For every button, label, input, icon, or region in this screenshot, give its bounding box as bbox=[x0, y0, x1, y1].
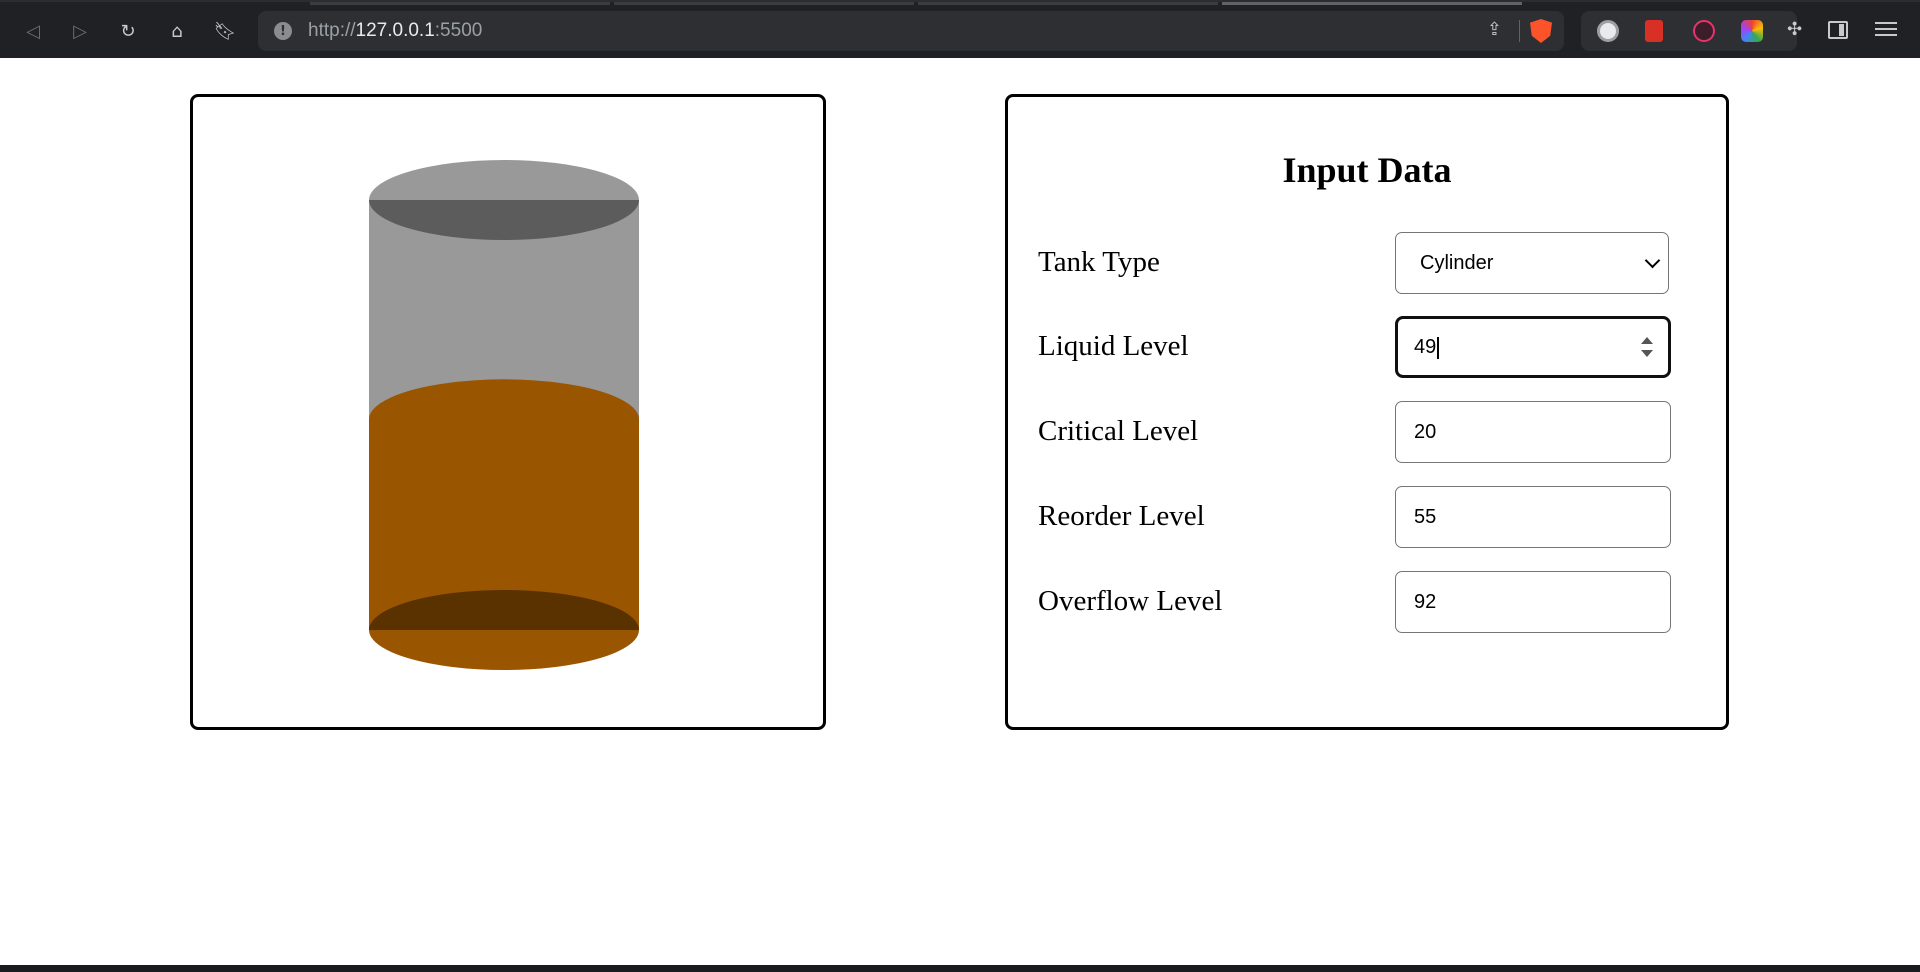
back-icon[interactable]: ◁ bbox=[18, 16, 48, 46]
overflow-level-row: Overflow Level 92 bbox=[1038, 571, 1671, 633]
overflow-level-label: Overflow Level bbox=[1038, 585, 1223, 617]
critical-level-input[interactable]: 20 bbox=[1395, 401, 1671, 463]
reorder-level-value: 55 bbox=[1414, 506, 1437, 528]
number-spinner[interactable] bbox=[1640, 336, 1654, 358]
brave-shields-icon[interactable] bbox=[1530, 19, 1552, 43]
liquid-level-row: Liquid Level 49 bbox=[1038, 316, 1671, 378]
menu-icon[interactable] bbox=[1875, 18, 1897, 40]
bookmark-icon[interactable]: 🔖︎ bbox=[210, 16, 240, 46]
spin-up-icon[interactable] bbox=[1641, 337, 1653, 344]
tank-type-row: Tank Type Cylinder bbox=[1038, 232, 1669, 294]
tank-panel bbox=[190, 94, 826, 730]
overflow-level-value: 92 bbox=[1414, 591, 1437, 613]
address-bar[interactable]: ! http://127.0.0.1:5500 ⇪ bbox=[258, 11, 1564, 51]
extension-glasses-icon[interactable] bbox=[1597, 20, 1619, 42]
text-caret bbox=[1437, 336, 1440, 359]
chevron-down-icon bbox=[1644, 252, 1661, 269]
tank-type-value: Cylinder bbox=[1420, 252, 1494, 274]
spin-down-icon[interactable] bbox=[1641, 350, 1653, 357]
reload-icon[interactable]: ↻ bbox=[113, 16, 143, 46]
tank-visual bbox=[369, 160, 639, 670]
critical-level-row: Critical Level 20 bbox=[1038, 401, 1671, 463]
form-title: Input Data bbox=[1282, 150, 1452, 190]
tank-type-label: Tank Type bbox=[1038, 246, 1160, 278]
url-text[interactable]: http://127.0.0.1:5500 bbox=[308, 20, 482, 42]
tab-strip bbox=[0, 2, 1920, 5]
url-divider bbox=[1519, 20, 1520, 42]
liquid-level-input[interactable]: 49 bbox=[1395, 316, 1671, 378]
input-data-panel: Input Data Tank Type Cylinder Liquid Lev… bbox=[1005, 94, 1729, 730]
tank-type-select[interactable]: Cylinder bbox=[1395, 232, 1669, 294]
browser-toolbar: ◁ ▷ ↻ ⌂ 🔖︎ ! http://127.0.0.1:5500 ⇪ ✣ bbox=[0, 0, 1920, 58]
reorder-level-input[interactable]: 55 bbox=[1395, 486, 1671, 548]
taskbar-strip bbox=[0, 965, 1920, 972]
sidebar-icon[interactable] bbox=[1828, 21, 1848, 39]
extensions-bar: ✣ bbox=[1581, 11, 1802, 51]
extensions-icon[interactable]: ✣ bbox=[1787, 19, 1802, 41]
liquid-surface bbox=[369, 379, 639, 460]
home-icon[interactable]: ⌂ bbox=[162, 16, 192, 46]
extension-color-icon[interactable] bbox=[1741, 20, 1763, 42]
overflow-level-input[interactable]: 92 bbox=[1395, 571, 1671, 633]
liquid-level-value: 49 bbox=[1414, 336, 1437, 358]
reorder-level-label: Reorder Level bbox=[1038, 500, 1205, 532]
share-icon[interactable]: ⇪ bbox=[1487, 19, 1502, 40]
liquid-level-label: Liquid Level bbox=[1038, 330, 1189, 362]
critical-level-value: 20 bbox=[1414, 421, 1437, 443]
site-info-icon[interactable]: ! bbox=[274, 22, 292, 40]
forward-icon[interactable]: ▷ bbox=[65, 16, 95, 46]
extension-bookmark-icon[interactable] bbox=[1645, 20, 1663, 42]
reorder-level-row: Reorder Level 55 bbox=[1038, 486, 1671, 548]
critical-level-label: Critical Level bbox=[1038, 415, 1199, 447]
extension-play-icon[interactable] bbox=[1693, 20, 1715, 42]
